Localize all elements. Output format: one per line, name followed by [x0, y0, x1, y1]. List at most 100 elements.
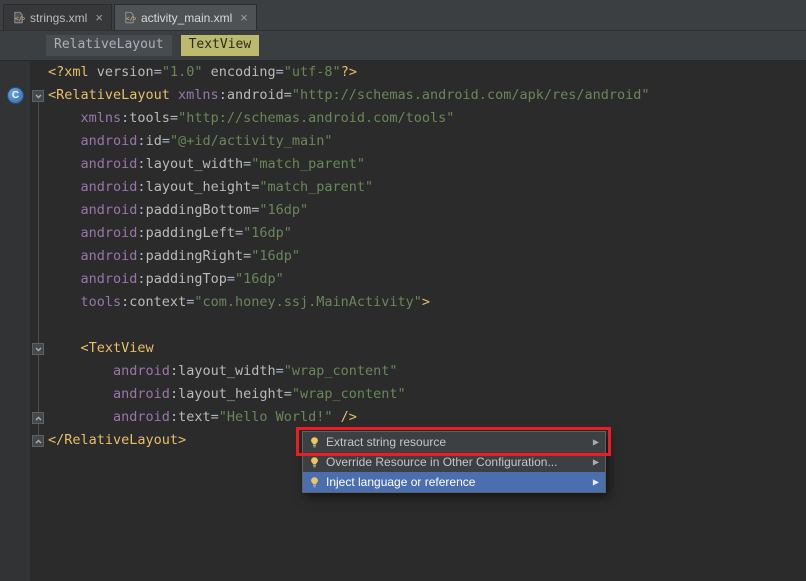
code-token: "wrap_content" — [292, 386, 406, 402]
code-token — [48, 386, 113, 402]
code-token — [48, 202, 81, 218]
code-token: : — [137, 271, 145, 287]
code-line-7[interactable]: android:paddingBottom="16dp" — [0, 199, 806, 222]
code-token: : — [137, 202, 145, 218]
code-token: paddingBottom — [146, 202, 252, 218]
code-line-2[interactable]: C<RelativeLayout xmlns:android="http://s… — [0, 84, 806, 107]
code-token — [48, 294, 81, 310]
code-token: android — [113, 409, 170, 425]
code-token: "match_parent" — [259, 179, 373, 195]
code-line-8[interactable]: android:paddingLeft="16dp" — [0, 222, 806, 245]
code-token: : — [137, 225, 145, 241]
tab-activity-main-xml[interactable]: </>activity_main.xml× — [114, 4, 257, 30]
code-token: : — [219, 87, 227, 103]
code-token: encoding — [211, 64, 276, 80]
code-token: android — [113, 386, 170, 402]
code-token: "wrap_content" — [284, 363, 398, 379]
code-token — [48, 248, 81, 264]
code-token: "@+id/activity_main" — [170, 133, 333, 149]
code-token — [48, 225, 81, 241]
code-line-13[interactable]: <TextView — [0, 337, 806, 360]
code-token: android — [81, 248, 138, 264]
code-token: "http://schemas.android.com/apk/res/andr… — [292, 87, 650, 103]
code-token — [333, 409, 341, 425]
code-area: <?xml version="1.0" encoding="utf-8"?>C<… — [0, 61, 806, 452]
code-token: tools — [81, 294, 122, 310]
intention-item-label: Extract string resource — [326, 435, 446, 449]
code-token: = — [235, 225, 243, 241]
code-line-1[interactable]: <?xml version="1.0" encoding="utf-8"?> — [0, 61, 806, 84]
submenu-arrow-icon: ▶ — [593, 478, 599, 487]
code-token — [48, 340, 81, 356]
code-token: android — [81, 156, 138, 172]
code-token: : — [137, 156, 145, 172]
code-token: id — [146, 133, 162, 149]
code-line-3[interactable]: xmlns:tools="http://schemas.android.com/… — [0, 107, 806, 130]
code-token: </RelativeLayout> — [48, 432, 186, 448]
code-line-4[interactable]: android:id="@+id/activity_main" — [0, 130, 806, 153]
intention-item-inject-language-or-reference[interactable]: Inject language or reference▶ — [303, 472, 605, 492]
code-token: = — [276, 363, 284, 379]
code-token: "16dp" — [259, 202, 308, 218]
breadcrumb-relativelayout[interactable]: RelativeLayout — [46, 35, 172, 55]
code-token: android — [81, 179, 138, 195]
intention-item-extract-string-resource[interactable]: Extract string resource ▶ — [303, 432, 605, 452]
code-token: version — [97, 64, 154, 80]
editor-tabs: </>strings.xml×</>activity_main.xml× — [0, 0, 806, 31]
code-line-11[interactable]: tools:context="com.honey.ssj.MainActivit… — [0, 291, 806, 314]
code-line-14[interactable]: android:layout_width="wrap_content" — [0, 360, 806, 383]
code-line-12[interactable] — [0, 314, 806, 337]
code-token: paddingLeft — [146, 225, 235, 241]
code-token: ?> — [341, 64, 357, 80]
code-token: : — [137, 133, 145, 149]
code-token — [48, 133, 81, 149]
code-line-15[interactable]: android:layout_height="wrap_content" — [0, 383, 806, 406]
code-token: "16dp" — [235, 271, 284, 287]
fold-start-icon[interactable] — [32, 90, 44, 102]
code-token: "16dp" — [251, 248, 300, 264]
class-gutter-icon: C — [7, 87, 24, 104]
code-token: <RelativeLayout — [48, 87, 178, 103]
tab-strings-xml[interactable]: </>strings.xml× — [3, 4, 112, 30]
fold-end-icon[interactable] — [32, 412, 44, 424]
code-token: : — [170, 409, 178, 425]
breadcrumb-textview[interactable]: TextView — [181, 35, 260, 55]
code-token: android — [81, 202, 138, 218]
code-token: "http://schemas.android.com/tools" — [178, 110, 454, 126]
fold-end-icon[interactable] — [32, 435, 44, 447]
breadcrumb-bar: RelativeLayout TextView — [0, 31, 806, 61]
code-line-10[interactable]: android:paddingTop="16dp" — [0, 268, 806, 291]
code-token — [48, 409, 113, 425]
code-token: layout_width — [178, 363, 276, 379]
code-token: android — [113, 363, 170, 379]
code-token: "Hello World!" — [219, 409, 333, 425]
code-token: paddingRight — [146, 248, 244, 264]
code-token: text — [178, 409, 211, 425]
intention-bulb-icon — [308, 436, 321, 449]
code-token: = — [227, 271, 235, 287]
code-line-5[interactable]: android:layout_width="match_parent" — [0, 153, 806, 176]
code-token: android — [227, 87, 284, 103]
submenu-arrow-icon: ▶ — [593, 438, 599, 447]
intention-bulb-icon — [308, 476, 321, 489]
code-token: xmlns — [178, 87, 219, 103]
code-line-6[interactable]: android:layout_height="match_parent" — [0, 176, 806, 199]
code-token — [48, 179, 81, 195]
code-token — [202, 64, 210, 80]
tab-label: activity_main.xml — [141, 11, 232, 25]
android-studio-editor-window: </>strings.xml×</>activity_main.xml× Rel… — [0, 0, 806, 581]
tab-close-icon[interactable]: × — [95, 11, 103, 24]
fold-start-icon[interactable] — [32, 343, 44, 355]
code-token: android — [81, 225, 138, 241]
code-token: = — [276, 64, 284, 80]
code-line-9[interactable]: android:paddingRight="16dp" — [0, 245, 806, 268]
intention-item-override-resource-in-other-configuration[interactable]: Override Resource in Other Configuration… — [303, 452, 605, 472]
code-line-16[interactable]: android:text="Hello World!" /> — [0, 406, 806, 429]
code-token: layout_height — [178, 386, 284, 402]
code-token: : — [137, 179, 145, 195]
tab-label: strings.xml — [30, 11, 87, 25]
code-token: paddingTop — [146, 271, 227, 287]
tab-close-icon[interactable]: × — [240, 11, 248, 24]
code-token: layout_width — [146, 156, 244, 172]
code-token: tools — [129, 110, 170, 126]
